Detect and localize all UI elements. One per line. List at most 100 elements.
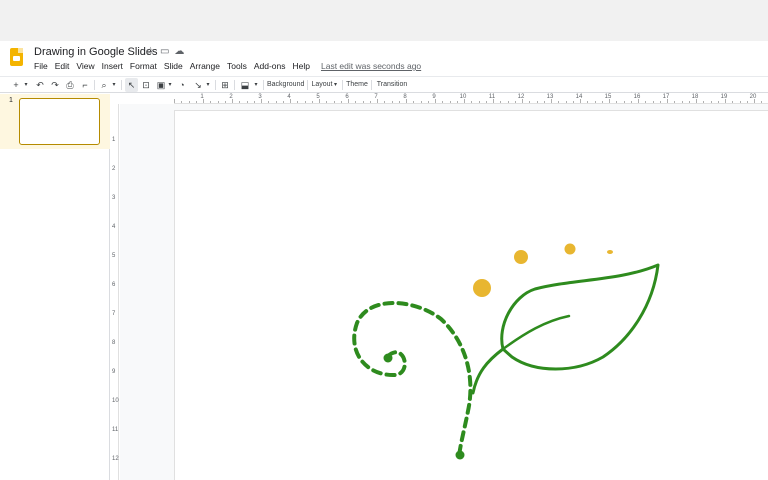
yellow-dot-medium[interactable] — [514, 250, 528, 264]
ruler-tick — [681, 101, 683, 103]
ruler-label: 9 — [432, 94, 436, 100]
leaf-outline-stroke[interactable] — [500, 263, 660, 371]
toolbar-divider — [121, 80, 122, 90]
redo-icon[interactable]: ↷ — [49, 78, 61, 92]
ruler-tick — [623, 101, 625, 103]
document-title[interactable]: Drawing in Google Slides — [34, 46, 158, 58]
horizontal-ruler[interactable]: 1 2 3 4 5 6 7 8 9 10 11 12 13 14 15 16 17 18 19 20 — [174, 94, 768, 104]
yellow-dot-tiny[interactable] — [607, 250, 613, 254]
background-button[interactable]: Background — [267, 78, 304, 92]
menu-insert[interactable]: Insert — [102, 61, 123, 71]
last-edit-link[interactable]: Last edit was seconds ago — [321, 61, 421, 71]
line-icon[interactable]: ↘ — [192, 78, 204, 92]
textbox-icon[interactable]: ⊡ — [140, 78, 152, 92]
ruler-tick — [326, 101, 328, 103]
select-icon[interactable]: ↖ — [125, 78, 138, 92]
slides-logo[interactable] — [10, 48, 23, 66]
folder-icon[interactable]: ▭ — [160, 46, 169, 57]
ruler-tick — [710, 101, 712, 103]
drawing-layer[interactable] — [175, 111, 768, 480]
ruler-tick — [587, 101, 589, 103]
ruler-label: 1 — [112, 137, 116, 143]
fill-color-dropdown-icon[interactable]: ▾ — [252, 78, 260, 92]
spiral-end-dot[interactable] — [383, 353, 393, 363]
ruler-label: 11 — [112, 427, 119, 433]
transition-button[interactable]: Transition — [375, 78, 409, 92]
ruler-label: 10 — [459, 94, 467, 100]
menu-tools[interactable]: Tools — [227, 61, 247, 71]
yellow-dot-small[interactable] — [564, 243, 576, 255]
ruler-label: 13 — [546, 94, 554, 100]
ruler-tick — [413, 101, 415, 103]
ruler-tick — [398, 101, 400, 103]
zoom-icon[interactable]: ⌕ — [98, 78, 110, 92]
ruler-tick — [507, 101, 509, 103]
ruler-label: 12 — [517, 94, 525, 100]
new-slide-icon[interactable]: + — [10, 78, 22, 92]
yellow-dot-large[interactable] — [473, 279, 491, 297]
filmstrip-slide-1[interactable]: 1 — [0, 94, 110, 149]
paint-format-icon[interactable]: ⌐ — [79, 78, 91, 92]
ruler-label: 14 — [575, 94, 583, 100]
ruler-tick — [659, 101, 661, 103]
dashed-spiral-stroke[interactable] — [352, 301, 473, 458]
slide-filmstrip: 1 — [0, 94, 110, 480]
zoom-dropdown-icon[interactable]: ▾ — [110, 78, 118, 92]
ruler-label: 11 — [488, 94, 496, 100]
ruler-tick — [195, 101, 197, 103]
ruler-label: 3 — [258, 94, 262, 100]
slide-canvas[interactable] — [174, 110, 768, 480]
ruler-tick — [478, 101, 480, 103]
line-dropdown-icon[interactable]: ▾ — [204, 78, 212, 92]
fill-color-icon[interactable]: ⬓ — [239, 78, 251, 92]
star-icon[interactable]: ☆ — [146, 46, 155, 57]
layout-dropdown-icon[interactable]: ▾ — [332, 78, 339, 92]
menu-file[interactable]: File — [34, 61, 48, 71]
ruler-label: 7 — [112, 311, 116, 317]
toolbar-divider — [215, 80, 216, 90]
ruler-tick — [282, 101, 284, 103]
ruler-tick — [761, 101, 763, 103]
ruler-tick — [500, 101, 502, 103]
vertical-ruler[interactable]: 1 2 3 4 5 6 7 8 9 10 11 12 — [111, 104, 119, 480]
menu-add-ons[interactable]: Add-ons — [254, 61, 286, 71]
layout-button[interactable]: Layout — [311, 78, 333, 92]
ruler-label: 15 — [604, 94, 612, 100]
ruler-tick — [217, 101, 219, 103]
leaf-vein-stroke[interactable] — [501, 314, 571, 351]
ruler-label: 1 — [200, 94, 204, 100]
new-slide-dropdown-icon[interactable]: ▾ — [22, 78, 30, 92]
ruler-label: 10 — [112, 398, 119, 404]
theme-button[interactable]: Theme — [346, 78, 368, 92]
menu-slide[interactable]: Slide — [164, 61, 183, 71]
print-icon[interactable]: ⎙ — [64, 78, 76, 92]
ruler-label: 4 — [112, 224, 116, 230]
stem-end-dot[interactable] — [455, 450, 465, 460]
shape-icon[interactable]: ◔ — [176, 78, 188, 92]
undo-icon[interactable]: ↶ — [34, 78, 46, 92]
ruler-tick — [485, 101, 487, 103]
image-dropdown-icon[interactable]: ▾ — [166, 78, 174, 92]
ruler-tick — [340, 101, 342, 103]
ruler-tick — [449, 101, 451, 103]
menu-edit[interactable]: Edit — [55, 61, 70, 71]
comment-icon[interactable]: ⊞ — [219, 78, 231, 92]
ruler-tick — [369, 101, 371, 103]
menu-help[interactable]: Help — [293, 61, 310, 71]
ruler-label: 19 — [720, 94, 728, 100]
ruler-tick — [746, 101, 748, 103]
ruler-label: 18 — [691, 94, 699, 100]
ruler-tick — [268, 101, 270, 103]
ruler-label: 16 — [633, 94, 641, 100]
menu-bar: File Edit View Insert Format Slide Arran… — [34, 61, 421, 71]
ruler-tick — [558, 101, 560, 103]
toolbar-divider — [234, 80, 235, 90]
menu-arrange[interactable]: Arrange — [190, 61, 220, 71]
cloud-icon[interactable]: ☁ — [174, 46, 184, 57]
slide-thumbnail[interactable] — [19, 98, 100, 145]
leaf-stem-stroke[interactable] — [471, 347, 505, 395]
ruler-tick — [739, 101, 741, 103]
ruler-tick — [594, 101, 596, 103]
menu-format[interactable]: Format — [130, 61, 157, 71]
menu-view[interactable]: View — [76, 61, 94, 71]
